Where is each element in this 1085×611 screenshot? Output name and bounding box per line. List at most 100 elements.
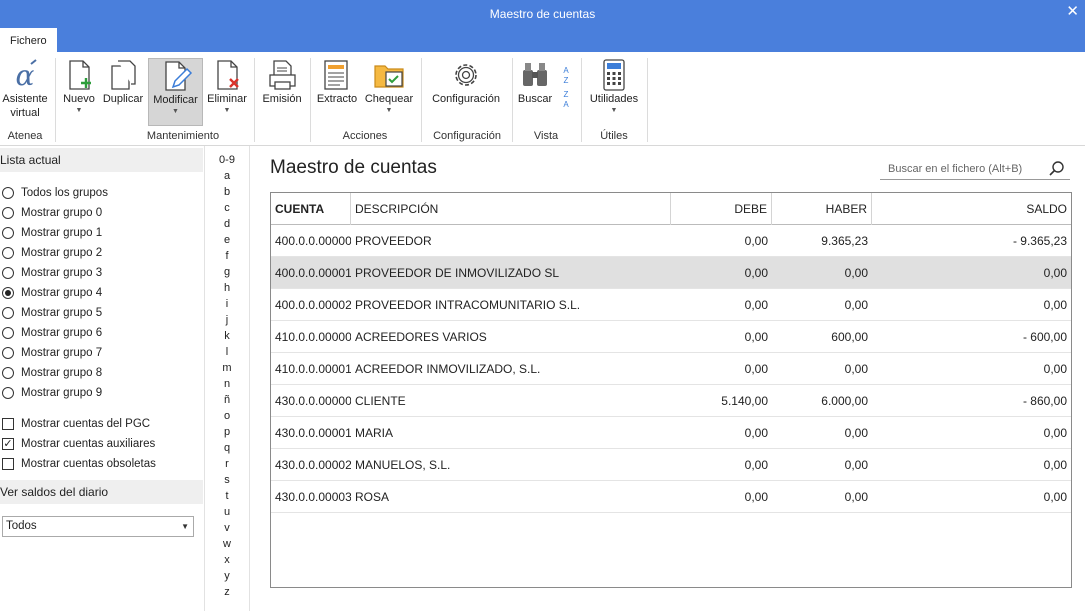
- group-radio-option[interactable]: Mostrar grupo 7: [2, 343, 102, 363]
- table-row[interactable]: 410.0.0.00000 ACREEDORES VARIOS 0,00 600,00…: [271, 321, 1071, 353]
- alphabet-letter[interactable]: e: [205, 232, 249, 248]
- alphabet-letter[interactable]: ñ: [205, 392, 249, 408]
- alphabet-letter[interactable]: z: [205, 584, 249, 600]
- alphabet-letter[interactable]: x: [205, 552, 249, 568]
- alphabet-letter[interactable]: c: [205, 200, 249, 216]
- alphabet-letter[interactable]: g: [205, 264, 249, 280]
- alphabet-letter[interactable]: t: [205, 488, 249, 504]
- search-placeholder: Buscar en el fichero (Alt+B): [888, 163, 1023, 175]
- cell-debe: 0,00: [744, 362, 768, 376]
- alphabet-letter[interactable]: s: [205, 472, 249, 488]
- table-row[interactable]: 430.0.0.00002 MANUELOS, S.L. 0,00 0,00 0,00: [271, 449, 1071, 481]
- saldos-header: Ver saldos del diario: [0, 480, 203, 504]
- column-header-descripcion[interactable]: DESCRIPCIÓN: [351, 193, 671, 225]
- binoculars-icon: [523, 63, 547, 86]
- menu-tab-row: Fichero: [0, 28, 1085, 52]
- alphabet-letter[interactable]: y: [205, 568, 249, 584]
- chevron-down-icon: ▼: [181, 522, 189, 531]
- group-radio-option[interactable]: Mostrar grupo 8: [2, 363, 102, 383]
- sort-za-button[interactable]: Z A: [556, 90, 576, 112]
- emision-button[interactable]: Emisión: [258, 58, 306, 126]
- asistente-virtual-button[interactable]: α Asistente virtual: [0, 58, 50, 126]
- group-radio-option[interactable]: Mostrar grupo 9: [2, 383, 102, 403]
- table-row[interactable]: 410.0.0.00001 ACREEDOR INMOVILIZADO, S.L.…: [271, 353, 1071, 385]
- search-input[interactable]: Buscar en el fichero (Alt+B): [880, 158, 1070, 180]
- group-radio-option[interactable]: Mostrar grupo 5: [2, 303, 102, 323]
- alphabet-letter[interactable]: p: [205, 424, 249, 440]
- group-radio-option[interactable]: Mostrar grupo 3: [2, 263, 102, 283]
- group-radio-option[interactable]: Mostrar grupo 6: [2, 323, 102, 343]
- group-radio-option[interactable]: Mostrar grupo 0: [2, 203, 102, 223]
- configuracion-button[interactable]: Configuración: [426, 58, 506, 126]
- group-radio-label: Mostrar grupo 4: [21, 287, 103, 299]
- radio-icon: [2, 267, 14, 279]
- option-checkbox[interactable]: Mostrar cuentas obsoletas: [2, 454, 156, 474]
- alphabet-letter[interactable]: j: [205, 312, 249, 328]
- nuevo-button[interactable]: Nuevo ▼: [60, 58, 98, 126]
- alphabet-letter[interactable]: l: [205, 344, 249, 360]
- alphabet-letter[interactable]: b: [205, 184, 249, 200]
- group-label-vista: Vista: [533, 130, 559, 142]
- delete-document-icon: [217, 60, 239, 90]
- table-row[interactable]: 430.0.0.00000 CLIENTE 5.140,00 6.000,00 - 86…: [271, 385, 1071, 417]
- alphabet-letter[interactable]: 0-9: [205, 152, 249, 168]
- table-row[interactable]: 430.0.0.00001 MARIA 0,00 0,00 0,00: [271, 417, 1071, 449]
- group-radio-option[interactable]: Mostrar grupo 4: [2, 283, 102, 303]
- chequear-button[interactable]: Chequear ▼: [362, 58, 416, 126]
- group-radio-option[interactable]: Mostrar grupo 2: [2, 243, 102, 263]
- group-radio-label: Mostrar grupo 7: [21, 347, 103, 359]
- alphabet-letter[interactable]: m: [205, 360, 249, 376]
- group-radio-option[interactable]: Todos los grupos: [2, 183, 108, 203]
- tab-fichero[interactable]: Fichero: [0, 28, 57, 52]
- column-header-cuenta[interactable]: CUENTA: [271, 193, 351, 225]
- chevron-down-icon: ▼: [223, 107, 231, 114]
- radio-icon: [2, 207, 14, 219]
- cell-descripcion: MANUELOS, S.L.: [355, 458, 451, 472]
- cell-debe: 0,00: [744, 490, 768, 504]
- extracto-button[interactable]: Extracto: [314, 58, 360, 126]
- option-checkbox[interactable]: Mostrar cuentas del PGC: [2, 414, 150, 434]
- buscar-button[interactable]: Buscar: [515, 58, 555, 126]
- table-row[interactable]: 400.0.0.00000 PROVEEDOR 0,00 9.365,23 - 9.36…: [271, 225, 1071, 257]
- cell-descripcion: PROVEEDOR INTRACOMUNITARIO S.L.: [355, 298, 581, 312]
- chevron-down-icon: ▼: [172, 108, 179, 115]
- cell-haber: 0,00: [844, 490, 868, 504]
- eliminar-button[interactable]: Eliminar ▼: [205, 58, 249, 126]
- column-header-saldo[interactable]: SALDO: [872, 193, 1071, 225]
- alphabet-letter[interactable]: h: [205, 280, 249, 296]
- alphabet-letter[interactable]: a: [205, 168, 249, 184]
- alphabet-letter[interactable]: k: [205, 328, 249, 344]
- radio-icon: [2, 367, 14, 379]
- alphabet-letter[interactable]: v: [205, 520, 249, 536]
- alphabet-letter[interactable]: r: [205, 456, 249, 472]
- close-icon[interactable]: ✕: [1066, 0, 1079, 24]
- alphabet-letter[interactable]: u: [205, 504, 249, 520]
- column-header-haber[interactable]: HABER: [772, 193, 872, 225]
- window-title: Maestro de cuentas: [489, 7, 596, 21]
- group-radio-option[interactable]: Mostrar grupo 1: [2, 223, 102, 243]
- alphabet-letter[interactable]: f: [205, 248, 249, 264]
- radio-icon: [2, 247, 14, 259]
- alphabet-letter[interactable]: q: [205, 440, 249, 456]
- sort-az-button[interactable]: A Z: [556, 66, 576, 88]
- saldos-select[interactable]: Todos ▼: [2, 516, 194, 537]
- modificar-button[interactable]: Modificar ▼: [148, 58, 203, 126]
- cell-saldo: 0,00: [1043, 298, 1067, 312]
- cell-cuenta: 430.0.0.00001: [275, 426, 351, 440]
- check-folder-icon: [374, 65, 404, 88]
- option-checkbox[interactable]: ✓ Mostrar cuentas auxiliares: [2, 434, 155, 454]
- table-row[interactable]: 400.0.0.00001 PROVEEDOR DE INMOVILIZADO S…: [271, 257, 1071, 289]
- duplicar-button[interactable]: Duplicar: [100, 58, 146, 126]
- utilidades-button[interactable]: Utilidades ▼: [585, 58, 643, 126]
- table-row[interactable]: 430.0.0.00003 ROSA 0,00 0,00 0,00: [271, 481, 1071, 513]
- alphabet-letter[interactable]: o: [205, 408, 249, 424]
- alphabet-letter[interactable]: i: [205, 296, 249, 312]
- alphabet-letter[interactable]: w: [205, 536, 249, 552]
- alphabet-letter[interactable]: d: [205, 216, 249, 232]
- calculator-icon: [603, 59, 625, 91]
- alphabet-letter[interactable]: n: [205, 376, 249, 392]
- column-header-debe[interactable]: DEBE: [671, 193, 772, 225]
- saldos-select-value: Todos: [6, 520, 37, 532]
- table-row[interactable]: 400.0.0.00002 PROVEEDOR INTRACOMUNITARIO …: [271, 289, 1071, 321]
- search-icon[interactable]: [1048, 160, 1066, 178]
